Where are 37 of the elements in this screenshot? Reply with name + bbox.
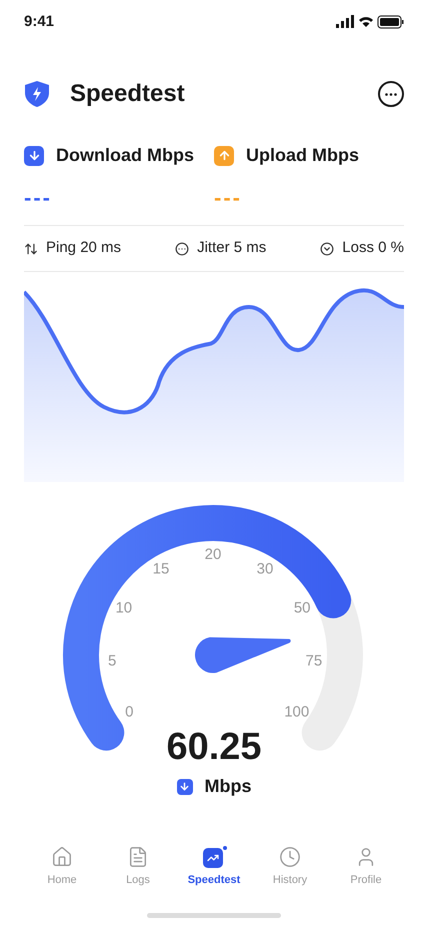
gauge-tick-label: 10 bbox=[115, 600, 132, 617]
speed-unit: Mbps bbox=[204, 775, 252, 798]
signal-icon bbox=[336, 15, 354, 28]
tab-item[interactable]: Logs bbox=[106, 846, 170, 888]
clock-icon bbox=[279, 846, 301, 868]
dots-circle-icon bbox=[175, 242, 190, 256]
ellipsis-icon bbox=[385, 92, 397, 96]
stat-label: Loss 0 % bbox=[342, 238, 404, 258]
metric-value: --- bbox=[214, 191, 243, 205]
metric-label: Upload Mbps bbox=[246, 144, 359, 167]
shield-bolt-icon bbox=[24, 80, 50, 108]
gauge-tick-label: 100 bbox=[284, 703, 310, 720]
home-icon bbox=[51, 846, 73, 868]
tab-item[interactable]: Profile bbox=[334, 846, 398, 888]
more-button[interactable] bbox=[378, 81, 404, 107]
stat-label: Ping 20 ms bbox=[46, 238, 122, 258]
stat-label: Jitter 5 ms bbox=[197, 238, 266, 258]
gauge-tick-label: 50 bbox=[294, 600, 311, 617]
gauge-tick-label: 15 bbox=[152, 560, 170, 578]
metric-value: --- bbox=[24, 191, 53, 205]
arrows-icon bbox=[24, 242, 38, 256]
gauge-tick-label: 75 bbox=[306, 652, 322, 670]
battery-icon bbox=[378, 16, 404, 28]
gauge-tick-label: 20 bbox=[204, 546, 222, 563]
tab-item[interactable]: Home bbox=[30, 846, 94, 888]
chevron-circle-icon bbox=[320, 242, 334, 256]
tab-item[interactable]: History bbox=[258, 846, 322, 888]
gauge-tick-label: 0 bbox=[125, 703, 134, 720]
app-title: Speedtest bbox=[70, 79, 185, 109]
wifi-icon bbox=[359, 17, 373, 27]
status-time: 9:41 bbox=[24, 12, 54, 32]
document-icon bbox=[127, 846, 149, 868]
tab-item[interactable]: Speedtest bbox=[182, 846, 246, 888]
speed-reading: 60.25 bbox=[166, 725, 262, 769]
gauge-tick-label: 30 bbox=[256, 560, 274, 578]
gauge-tick-label: 5 bbox=[108, 652, 116, 670]
metric-label: Download Mbps bbox=[56, 144, 194, 167]
